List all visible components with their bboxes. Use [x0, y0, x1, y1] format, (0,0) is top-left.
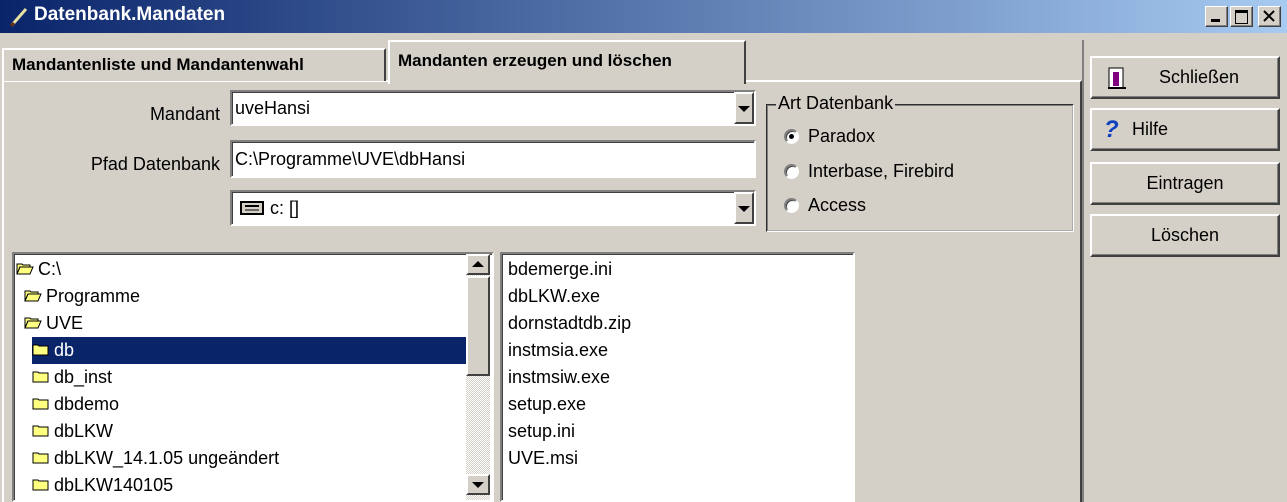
file-item[interactable]: setup.exe [508, 391, 586, 418]
folder-icon [32, 344, 49, 356]
open-folder-icon [24, 317, 42, 329]
file-item[interactable]: bdemerge.ini [508, 256, 612, 283]
close-icon [1263, 10, 1275, 22]
directory-item[interactable]: dbLKW_14.1.05 ungeändert [32, 445, 466, 472]
scroll-down-button[interactable] [466, 474, 490, 495]
directory-item-label: UVE [46, 313, 84, 333]
directory-item[interactable]: UVE [24, 310, 466, 337]
close-button-label: Schließen [1158, 67, 1240, 87]
close-button[interactable]: Schließen [1090, 56, 1280, 99]
file-item[interactable]: UVE.msi [508, 445, 578, 472]
radio-access[interactable] [784, 198, 799, 213]
add-button-label: Eintragen [1146, 173, 1224, 193]
app-icon [9, 8, 28, 28]
radio-access-label[interactable]: Access [808, 195, 866, 216]
directory-item[interactable]: dbLKW [32, 418, 466, 445]
directory-rows: C:\ Programme UVE db db_instdbdemo dbLKW dbLKW… [14, 254, 466, 500]
tab-mandantenliste[interactable]: Mandantenliste und Mandantenwahl [2, 48, 386, 81]
chevron-down-icon [738, 106, 750, 112]
drive-dropdown-button[interactable] [734, 192, 754, 224]
arrow-up-icon [472, 261, 484, 267]
directory-item-label: dbLKW [54, 421, 114, 441]
mandant-combo[interactable]: uveHansi [230, 90, 756, 126]
pfad-label: Pfad Datenbank [90, 154, 220, 174]
help-icon: ? [1104, 116, 1119, 143]
radio-selected-dot [789, 134, 794, 139]
directory-item-label: dbLKW_14.1.05 ungeändert [54, 448, 280, 468]
tab-mandanten-erzeugen[interactable]: Mandanten erzeugen und löschen [388, 40, 746, 84]
drive-icon [240, 201, 264, 215]
mandant-value: uveHansi [235, 98, 311, 118]
close-window-button[interactable] [1258, 6, 1281, 27]
chevron-down-icon [738, 206, 750, 212]
delete-button-label: Löschen [1150, 225, 1220, 245]
scroll-thumb[interactable] [466, 276, 490, 376]
file-item[interactable]: instmsia.exe [508, 337, 608, 364]
file-item[interactable]: dbLKW.exe [508, 283, 600, 310]
file-item[interactable]: setup.ini [508, 418, 575, 445]
open-folder-icon [16, 263, 34, 275]
directory-item[interactable]: db [32, 337, 466, 364]
radio-paradox[interactable] [784, 129, 799, 144]
window-title: Datenbank.Mandaten [34, 4, 226, 25]
help-button[interactable]: ? Hilfe [1090, 108, 1280, 151]
directory-item-label: dbdemo [54, 394, 120, 414]
directory-list[interactable]: C:\ Programme UVE db db_instdbdemo dbLKW dbLKW… [12, 252, 494, 502]
directory-item[interactable]: dbLKW140105 [32, 472, 466, 499]
directory-item-label: C:\ [38, 259, 62, 279]
minimize-icon [1211, 19, 1220, 22]
radio-interbase-label[interactable]: Interbase, Firebird [808, 161, 954, 182]
folder-icon [32, 425, 49, 437]
mandant-dropdown-button[interactable] [734, 92, 754, 124]
radio-paradox-label[interactable]: Paradox [808, 126, 875, 147]
pfad-input[interactable]: C:\Programme\UVE\dbHansi [230, 140, 756, 178]
directory-item[interactable]: C:\ [16, 256, 466, 283]
directory-item-label: dbLKW140105 [54, 475, 174, 495]
arrow-down-icon [472, 482, 484, 488]
directory-item-label: db [54, 340, 75, 360]
drive-value: c: [] [270, 198, 300, 218]
directory-item-label: Programme [46, 286, 141, 306]
file-rows: bdemerge.ini dbLKW.exe dornstadtdb.zip inst… [508, 254, 848, 500]
directory-item[interactable]: Programme [24, 283, 466, 310]
minimize-button[interactable] [1205, 6, 1228, 27]
file-item[interactable]: instmsiw.exe [508, 364, 610, 391]
directory-scrollbar[interactable] [466, 254, 490, 500]
file-item[interactable]: dornstadtdb.zip [508, 310, 631, 337]
scroll-up-button[interactable] [466, 254, 490, 275]
folder-icon [32, 371, 49, 383]
folder-icon [32, 398, 49, 410]
maximize-icon [1235, 10, 1248, 24]
file-list[interactable]: bdemerge.ini dbLKW.exe dornstadtdb.zip inst… [500, 252, 855, 502]
folder-icon [32, 479, 49, 491]
mandant-label: Mandant [149, 104, 220, 124]
maximize-button[interactable] [1230, 6, 1253, 27]
open-folder-icon [24, 290, 42, 302]
help-button-label: Hilfe [1132, 119, 1169, 139]
folder-icon [32, 452, 49, 464]
directory-item[interactable]: dbdemo [32, 391, 466, 418]
drive-combo[interactable]: c: [] [230, 190, 756, 226]
directory-item-label: db_inst [54, 367, 113, 387]
add-button[interactable]: Eintragen [1090, 162, 1280, 205]
pfad-value: C:\Programme\UVE\dbHansi [235, 149, 466, 169]
radio-interbase[interactable] [784, 164, 799, 179]
exit-icon [1108, 67, 1126, 89]
db-type-legend: Art Datenbank [776, 93, 896, 114]
delete-button[interactable]: Löschen [1090, 214, 1280, 257]
directory-item[interactable]: db_inst [32, 364, 466, 391]
